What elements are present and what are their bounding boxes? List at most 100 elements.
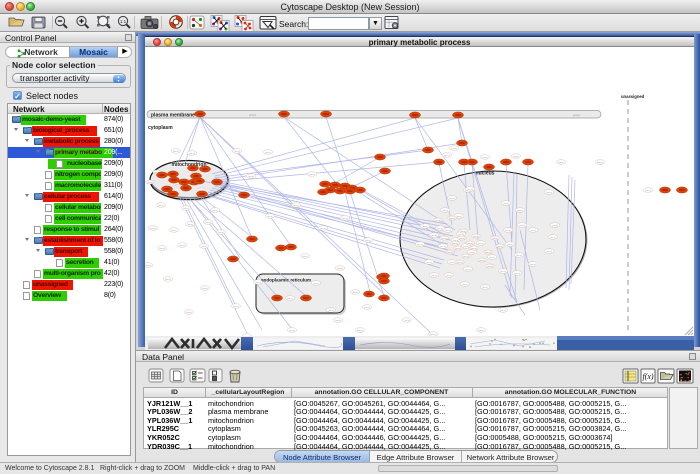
svg-text:(xx-x): (xx-x) (212, 210, 218, 212)
svg-text:(xx-x): (xx-x) (467, 243, 473, 245)
svg-text:(xx-x): (xx-x) (516, 255, 522, 257)
svg-text:(xx-x): (xx-x) (503, 203, 509, 205)
svg-text:(xx-x): (xx-x) (404, 320, 410, 322)
svg-text:(xx-x): (xx-x) (287, 298, 293, 300)
svg-text:(xx-x): (xx-x) (187, 224, 193, 226)
svg-text:(xx-x): (xx-x) (201, 246, 207, 248)
svg-text:(xx-x): (xx-x) (357, 330, 363, 332)
svg-text:(xx-x): (xx-x) (465, 269, 471, 271)
svg-text:(xx-x): (xx-x) (546, 251, 552, 253)
svg-text:(xx-x): (xx-x) (497, 246, 503, 248)
svg-text:(xx-x): (xx-x) (289, 330, 295, 332)
svg-text:1:1: 1:1 (120, 19, 127, 24)
svg-text:cytoplasm: cytoplasm (148, 125, 173, 131)
svg-text:(xx-x): (xx-x) (550, 237, 556, 239)
svg-text:(xx-x): (xx-x) (492, 238, 498, 240)
svg-text:(xx-x): (xx-x) (478, 330, 484, 332)
svg-text:(xx-x): (xx-x) (147, 182, 153, 184)
svg-text:(xx-x): (xx-x) (171, 230, 177, 232)
svg-text:(xx-x): (xx-x) (458, 234, 464, 236)
svg-text:(xx-x): (xx-x) (485, 252, 491, 254)
svg-text:(xx-x): (xx-x) (179, 245, 185, 247)
svg-text:(xx-x): (xx-x) (313, 283, 319, 285)
svg-text:(xx-x): (xx-x) (457, 262, 463, 264)
svg-text:(xx-x): (xx-x) (452, 243, 458, 245)
svg-text:(xx-x): (xx-x) (449, 198, 455, 200)
svg-text:(xx-x): (xx-x) (459, 238, 465, 240)
svg-text:(xx-x): (xx-x) (479, 260, 485, 262)
svg-text:(xx-x): (xx-x) (455, 248, 461, 250)
svg-text:(xx-x): (xx-x) (473, 236, 479, 238)
svg-text:(xx-x): (xx-x) (255, 282, 261, 284)
svg-text:(xx-x): (xx-x) (437, 228, 443, 230)
svg-text:(xx-x): (xx-x) (482, 157, 488, 159)
svg-text:(xx-x): (xx-x) (447, 252, 453, 254)
svg-text:(xx-x): (xx-x) (505, 230, 511, 232)
svg-text:(xx-x): (xx-x) (449, 218, 455, 220)
svg-text:(xx-x): (xx-x) (189, 153, 195, 155)
svg-text:(xx-x): (xx-x) (335, 320, 341, 322)
svg-text:(xx-x): (xx-x) (309, 174, 315, 176)
svg-text:(xx-x): (xx-x) (234, 151, 240, 153)
svg-text:(xx-x): (xx-x) (422, 226, 428, 228)
svg-text:(xx-x): (xx-x) (233, 306, 239, 308)
svg-text:(xx-x): (xx-x) (320, 228, 326, 230)
svg-text:(xx-x): (xx-x) (265, 152, 271, 154)
svg-text:(xx-x): (xx-x) (442, 210, 448, 212)
svg-text:(xx-x): (xx-x) (487, 266, 493, 268)
svg-text:(xx-x): (xx-x) (165, 279, 171, 281)
svg-text:(xx-x): (xx-x) (451, 148, 457, 150)
svg-text:(xx-x): (xx-x) (150, 228, 156, 230)
svg-text:(xx-x): (xx-x) (337, 268, 343, 270)
svg-text:(xx-x): (xx-x) (445, 230, 451, 232)
svg-text:(xx-x): (xx-x) (558, 162, 564, 164)
svg-text:(xx-x): (xx-x) (426, 262, 432, 264)
svg-text:(xx-x): (xx-x) (530, 264, 536, 266)
svg-text:(xx-x): (xx-x) (158, 205, 164, 207)
svg-text:(xx-x): (xx-x) (513, 156, 519, 158)
svg-text:(x=y): (x=y) (249, 113, 256, 117)
svg-text:(xx-x): (xx-x) (449, 262, 455, 264)
svg-text:(xx-x): (xx-x) (417, 244, 423, 246)
svg-text:(xx-x): (xx-x) (460, 231, 466, 233)
svg-text:(xx-x): (xx-x) (530, 230, 536, 232)
svg-text:nucleus: nucleus (476, 171, 495, 177)
svg-text:(xx-x): (xx-x) (248, 176, 254, 178)
svg-text:(xx-x): (xx-x) (352, 292, 358, 294)
svg-text:(xx-x): (xx-x) (293, 205, 299, 207)
svg-text:(xx-x): (xx-x) (645, 190, 651, 192)
svg-text:endoplasmic reticulum: endoplasmic reticulum (261, 278, 311, 283)
svg-text:(xx-x): (xx-x) (552, 225, 558, 227)
svg-text:(xx-x): (xx-x) (514, 273, 520, 275)
svg-text:(xx-x): (xx-x) (489, 257, 495, 259)
svg-text:(xx-x): (xx-x) (435, 220, 441, 222)
svg-text:(xx-x): (xx-x) (500, 310, 506, 312)
svg-text:(xx-x): (xx-x) (328, 310, 334, 312)
svg-text:(xx-x): (xx-x) (546, 192, 552, 194)
svg-text:(xx-x): (xx-x) (482, 287, 488, 289)
svg-text:(xx-x): (xx-x) (159, 248, 165, 250)
svg-text:(xx-x): (xx-x) (467, 189, 473, 191)
svg-text:(xx-x): (xx-x) (446, 275, 452, 277)
svg-text:(xx-x): (xx-x) (302, 256, 308, 258)
svg-text:(xx-x): (xx-x) (205, 222, 211, 224)
svg-text:unassigned: unassigned (621, 94, 645, 99)
svg-text:(xx-x): (xx-x) (183, 208, 189, 210)
svg-text:(xx-x): (xx-x) (365, 240, 371, 242)
svg-text:(xx-x): (xx-x) (440, 246, 446, 248)
svg-text:(x=y): (x=y) (573, 113, 580, 117)
svg-text:(xx-x): (xx-x) (441, 238, 447, 240)
svg-text:(xx-x): (xx-x) (471, 248, 477, 250)
svg-text:(xx-x): (xx-x) (519, 225, 525, 227)
svg-text:(xx-x): (xx-x) (597, 162, 603, 164)
svg-text:(xx-x): (xx-x) (500, 271, 506, 273)
svg-text:(xx-x): (xx-x) (469, 252, 475, 254)
svg-text:(xx-x): (xx-x) (478, 243, 484, 245)
svg-text:(xx-x): (xx-x) (463, 256, 469, 258)
svg-text:(xx-x): (xx-x) (218, 232, 224, 234)
svg-text:f(x): f(x) (642, 372, 653, 381)
svg-text:(xx-x): (xx-x) (202, 288, 208, 290)
svg-text:(xx-x): (xx-x) (462, 284, 468, 286)
svg-text:(xx-x): (xx-x) (431, 275, 437, 277)
svg-text:(xx-x): (xx-x) (517, 210, 523, 212)
